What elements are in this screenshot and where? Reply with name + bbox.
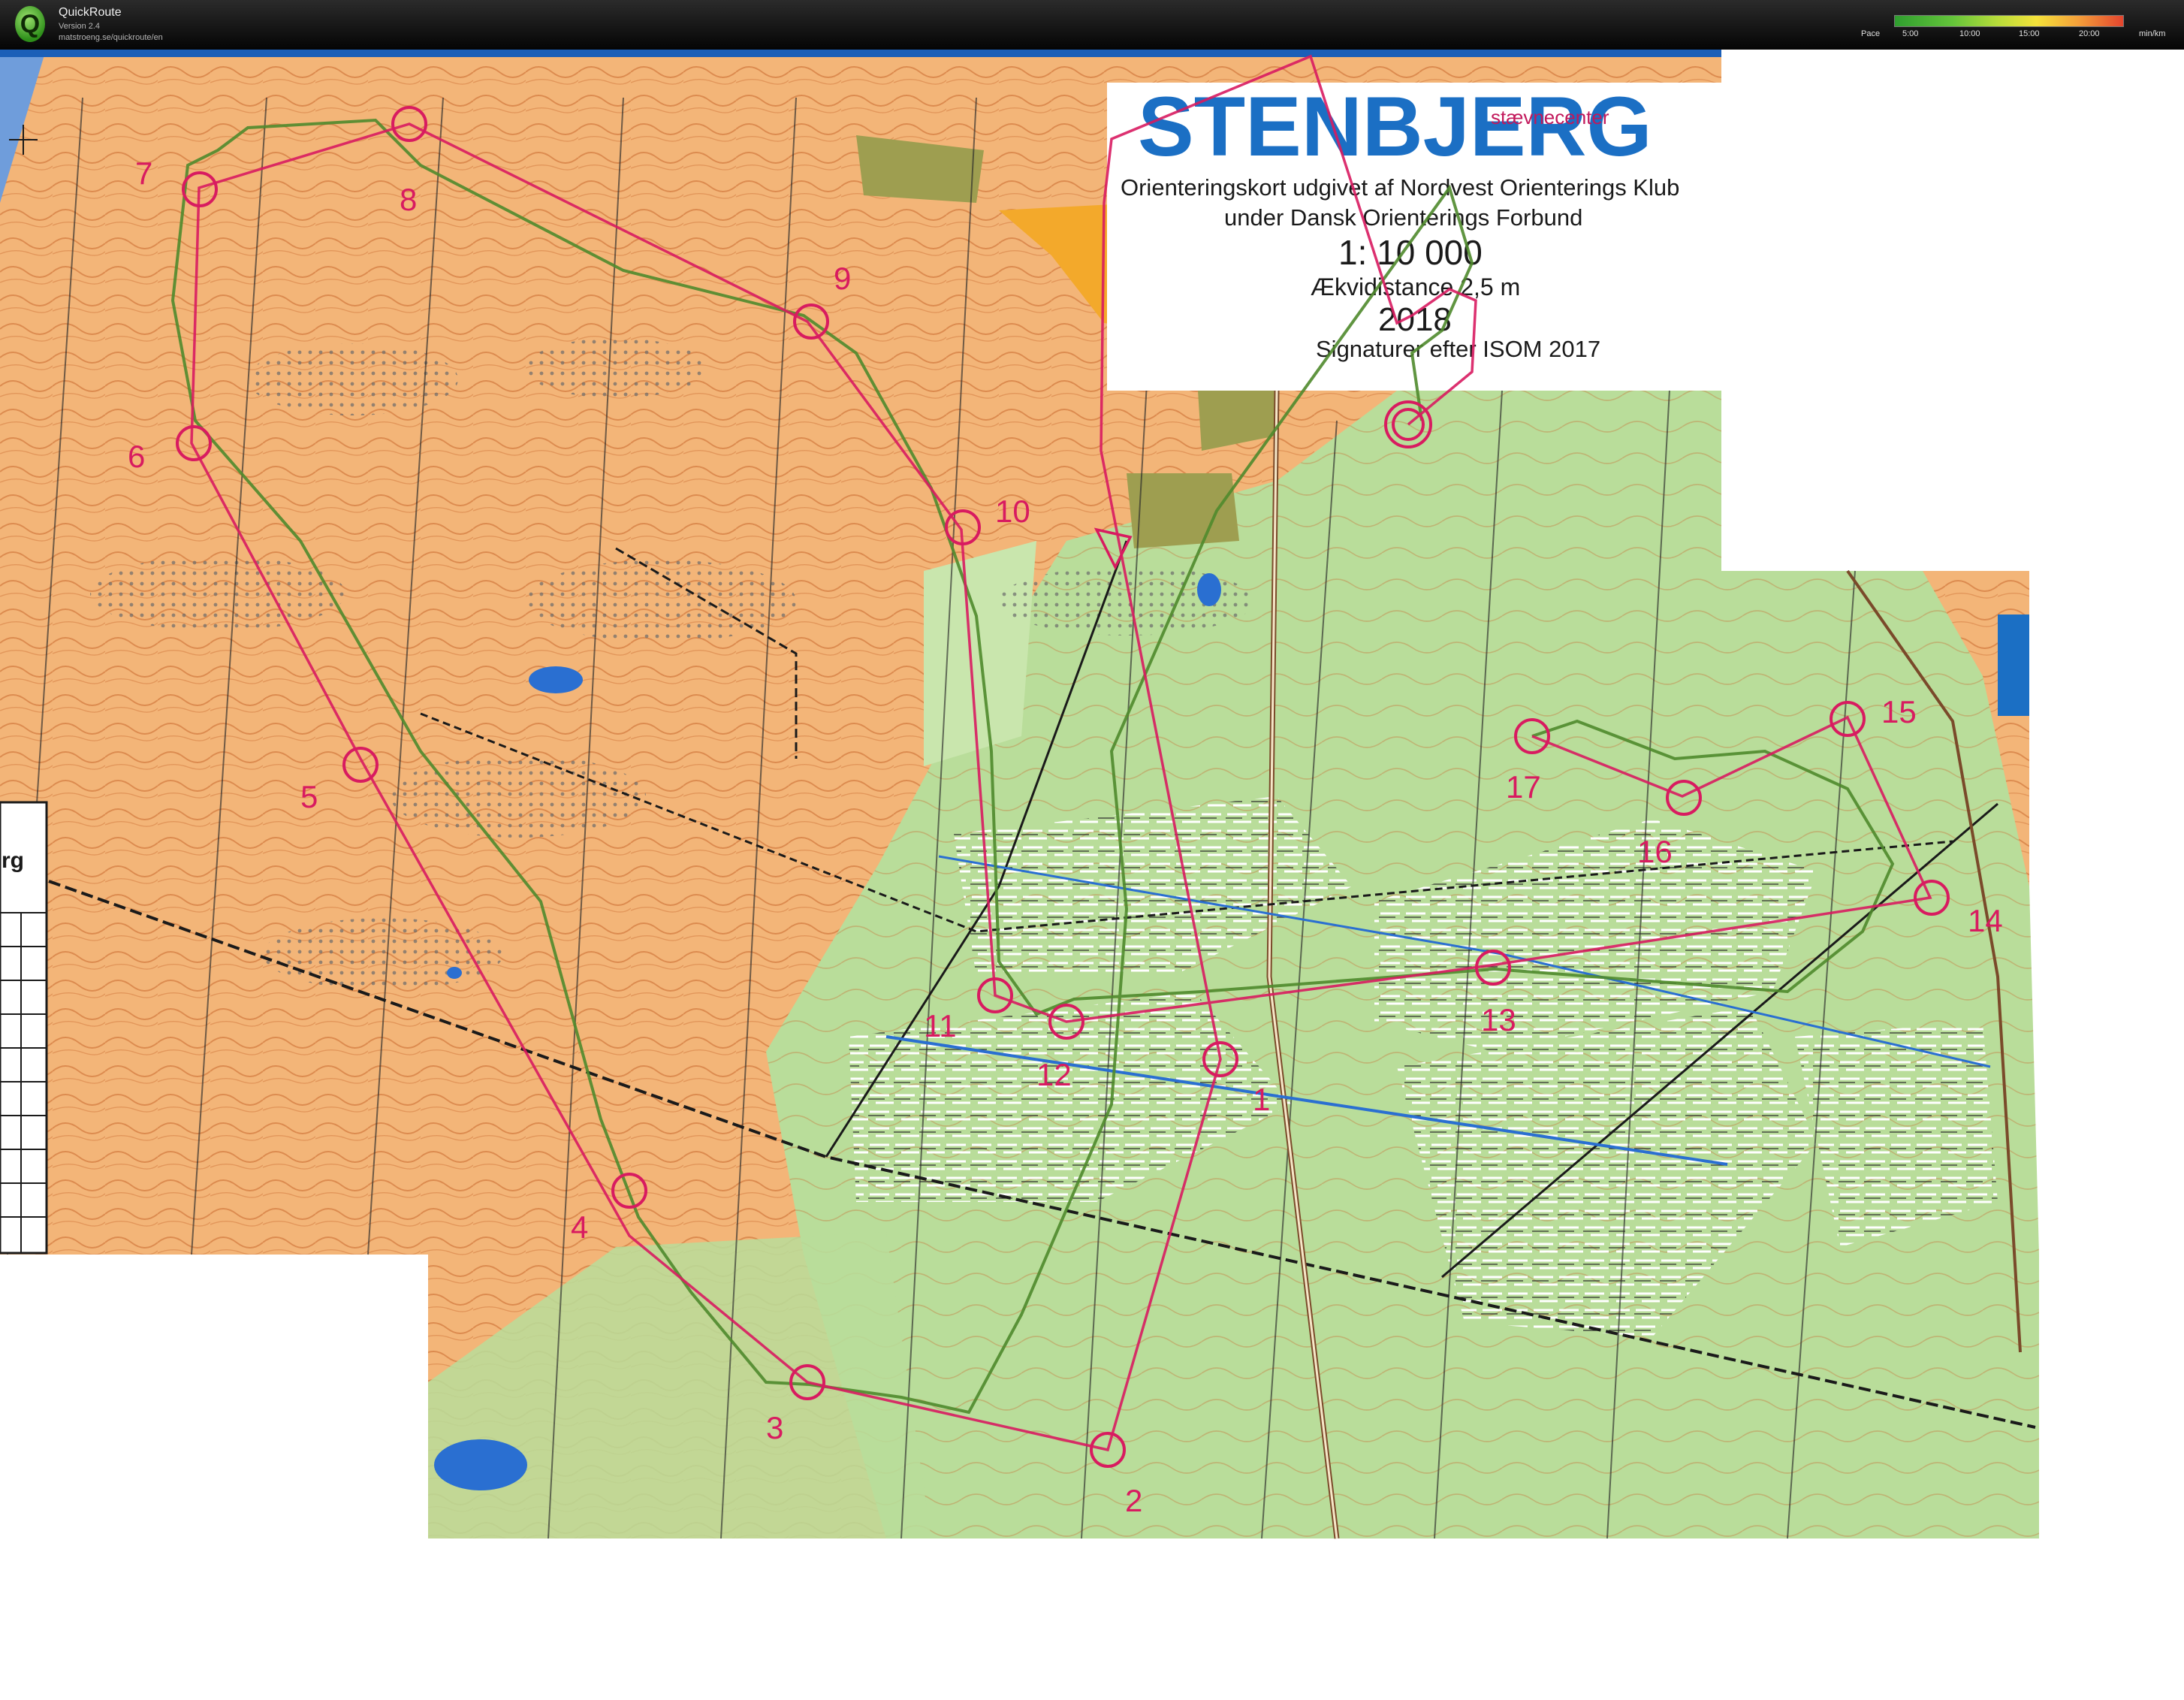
control-label-14: 14	[1968, 903, 2003, 938]
control-label-10: 10	[995, 494, 1030, 529]
contour-interval: Ækvidistance 2,5 m	[1311, 273, 1520, 300]
publisher-line-2: under Dansk Orienterings Forbund	[1224, 204, 1582, 231]
control-label-17: 17	[1506, 769, 1541, 805]
control-label-8: 8	[400, 182, 417, 217]
control-label-13: 13	[1481, 1002, 1516, 1037]
control-label-12: 12	[1036, 1057, 1072, 1092]
control-label-16: 16	[1637, 834, 1673, 869]
control-label-1: 1	[1253, 1082, 1270, 1117]
control-label-11: 11	[924, 1008, 957, 1043]
control-label-6: 6	[128, 439, 145, 474]
map-scale: 1: 10 000	[1338, 233, 1483, 272]
legend-fragment-text: rg	[2, 848, 24, 873]
event-center-label: stævnecenter	[1491, 106, 1609, 128]
symbol-standard: Signaturer efter ISOM 2017	[1316, 336, 1600, 362]
orienteering-map[interactable]: STENBJERG stævnecenter Orienteringskort …	[0, 0, 2184, 1700]
control-label-5: 5	[300, 779, 318, 814]
control-label-4: 4	[571, 1209, 588, 1245]
control-label-15: 15	[1881, 694, 1917, 729]
control-label-3: 3	[766, 1410, 783, 1445]
control-label-9: 9	[834, 261, 851, 296]
publisher-line-1: Orienteringskort udgivet af Nordvest Ori…	[1121, 174, 1679, 201]
control-label-2: 2	[1125, 1483, 1142, 1518]
control-label-7: 7	[135, 156, 152, 191]
